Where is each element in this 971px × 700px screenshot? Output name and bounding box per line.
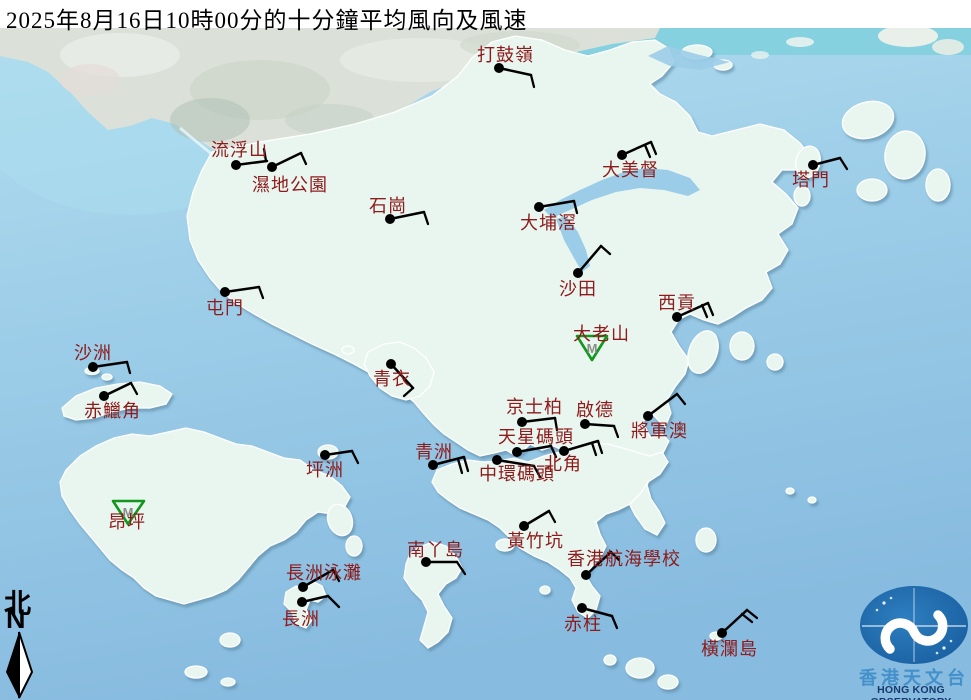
station-dot (573, 268, 583, 278)
station-label: 打鼓嶺 (477, 46, 534, 65)
station-dot (512, 447, 522, 457)
station-dot (519, 521, 529, 531)
station-dot (297, 597, 307, 607)
wind-barb (717, 610, 757, 638)
station-dot (672, 312, 682, 322)
station-label: 沙田 (559, 280, 597, 299)
station-label: 西貢 (658, 294, 696, 313)
station-dot (577, 603, 587, 613)
station-label: 長洲泳灘 (286, 564, 362, 583)
station-dot (717, 628, 727, 638)
station-label: 石崗 (369, 197, 407, 216)
station-label: 大老山 (573, 325, 630, 344)
station-dot (220, 287, 230, 297)
station-label: 天星碼頭 (498, 428, 574, 447)
wind-barb (88, 362, 130, 373)
station-label: 流浮山 (211, 141, 268, 160)
wind-barb (534, 201, 577, 213)
station-dot (580, 419, 590, 429)
wind-barb (494, 63, 534, 87)
station-dot (320, 450, 330, 460)
station-label: 赤鱲角 (84, 402, 141, 421)
hko-name-en: HONG KONG OBSERVATORY (836, 684, 971, 700)
compass-north-en: N (6, 604, 26, 635)
wind-map-screen: MM 打鼓嶺流浮山濕地公園 大美督塔門石崗大埔滘沙田屯門 西貢大老山沙洲青衣赤鱲角 京… (0, 0, 971, 700)
station-label: 沙洲 (74, 344, 112, 363)
station-dot (99, 391, 109, 401)
station-label: 香港航海學校 (567, 550, 681, 569)
station-dot (88, 362, 98, 372)
wind-barb (267, 153, 306, 172)
station-label: 昂坪 (108, 513, 146, 532)
station-dot (231, 160, 241, 170)
station-label: 中環碼頭 (479, 465, 555, 484)
wind-barb (99, 383, 137, 401)
station-dot (298, 582, 308, 592)
station-label: 青洲 (415, 443, 453, 462)
station-label: 青衣 (373, 370, 411, 389)
station-label: 橫瀾島 (701, 640, 758, 659)
station-label: 南丫島 (407, 541, 464, 560)
station-dot (643, 411, 653, 421)
station-dot (617, 150, 627, 160)
station-dot (517, 417, 527, 427)
station-label: 京士柏 (506, 398, 563, 417)
wind-barb (617, 142, 656, 160)
station-label: 大美督 (602, 161, 659, 180)
wind-barb (573, 246, 610, 278)
wind-barb (519, 511, 555, 531)
station-label: 濕地公園 (252, 176, 328, 195)
map-title: 2025年8月16日10時00分的十分鐘平均風向及風速 (6, 1, 528, 35)
station-label: 黃竹坑 (507, 532, 564, 551)
station-label: 坪洲 (306, 461, 344, 480)
wind-barb (808, 158, 847, 170)
station-dot (581, 570, 591, 580)
station-label: 大埔滘 (520, 214, 577, 233)
wind-barb (297, 596, 339, 607)
station-label: 將軍澳 (631, 422, 688, 441)
station-label: 赤柱 (564, 615, 602, 634)
station-label: 啟德 (576, 401, 614, 420)
wind-barb (580, 419, 618, 437)
station-label: 塔門 (792, 171, 830, 190)
station-dot (808, 160, 818, 170)
wind-barb (643, 394, 685, 421)
wind-barb (220, 287, 263, 298)
station-dot (534, 202, 544, 212)
wind-barb-layer: MM (0, 0, 971, 700)
station-label: 屯門 (206, 299, 244, 318)
station-label: 長洲 (282, 610, 320, 629)
station-dot (386, 359, 396, 369)
station-dot (267, 162, 277, 172)
